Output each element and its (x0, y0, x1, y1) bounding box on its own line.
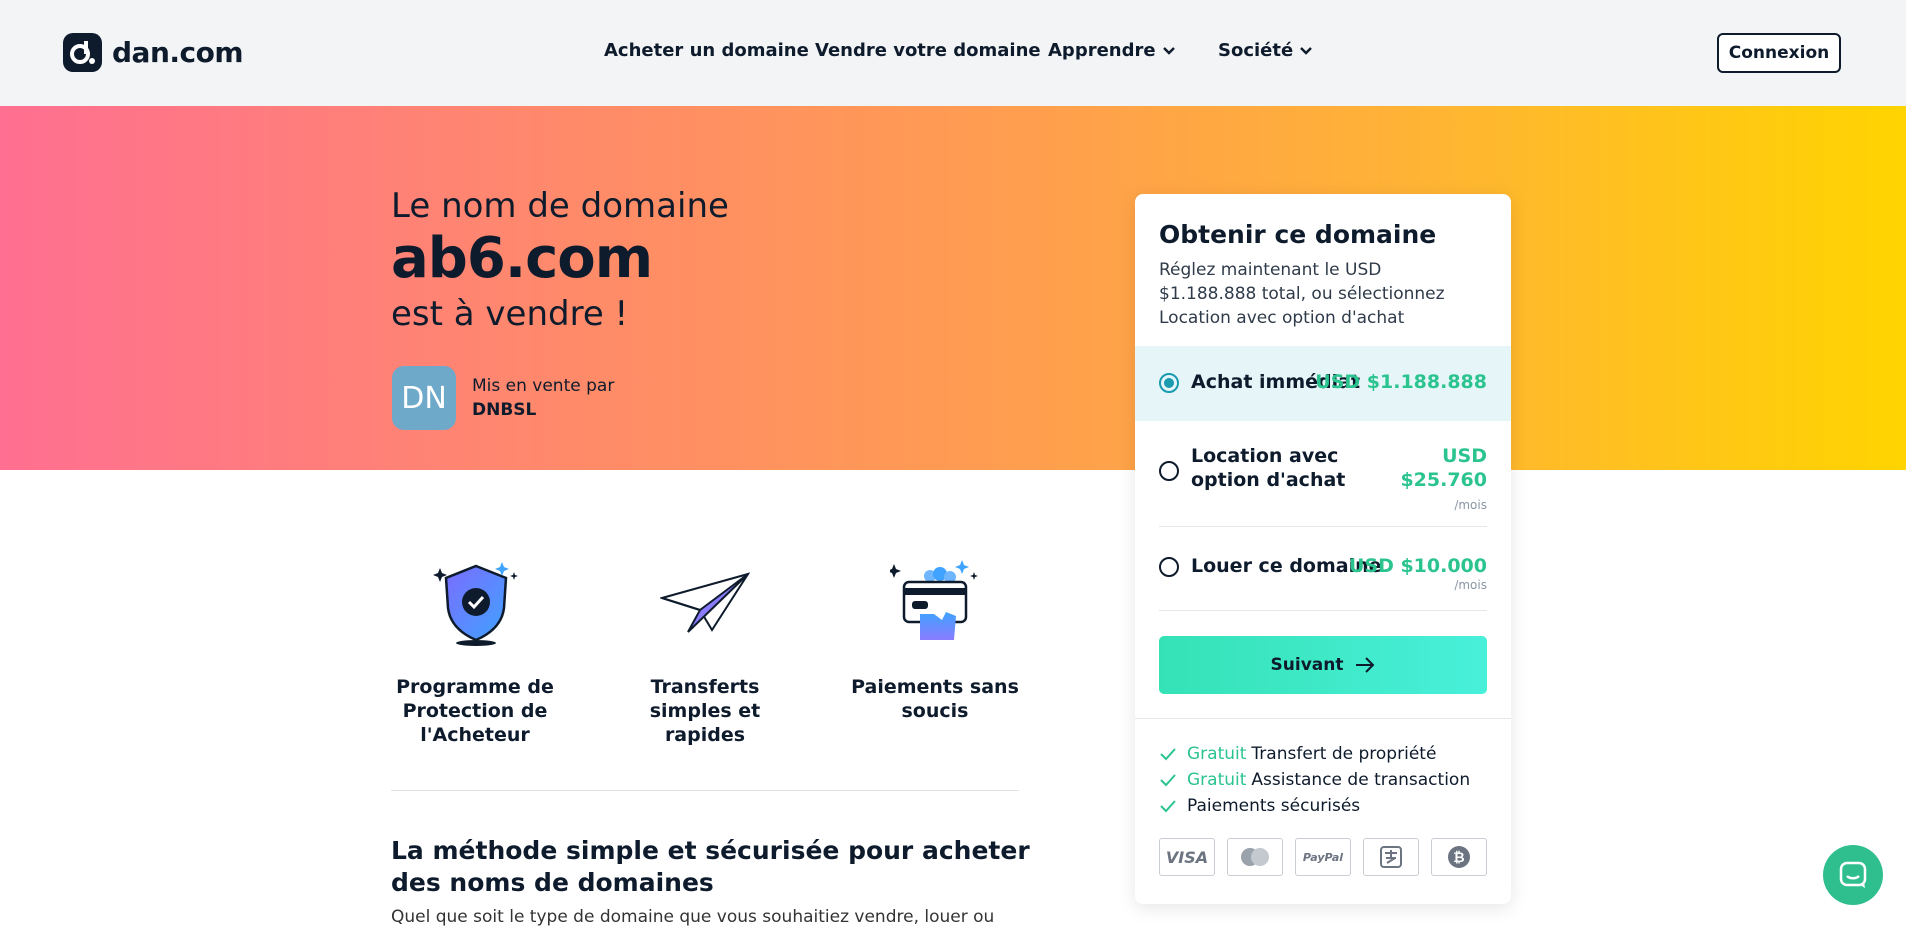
dan-logo-icon (63, 33, 102, 72)
svg-text:₿: ₿ (1453, 850, 1464, 866)
perk-text: Paiements sécurisés (1187, 796, 1361, 816)
separator (1159, 526, 1487, 527)
domain-name: ab6.com (391, 226, 653, 291)
nav-sell-domain-label: Vendre votre domaine (815, 40, 1041, 61)
radio-rent[interactable] (1159, 557, 1179, 577)
next-button-label: Suivant (1270, 655, 1344, 675)
option-rent-unit: /mois (1454, 578, 1487, 592)
option-lease-to-own-label: Location avec option d'achat (1191, 445, 1346, 491)
separator (1135, 718, 1511, 719)
hero-for-sale: est à vendre ! (391, 294, 629, 334)
paper-plane-icon (660, 572, 750, 633)
next-button[interactable]: Suivant (1159, 636, 1487, 694)
perk-text: Assistance de transaction (1251, 770, 1471, 790)
perk-transfer: Gratuit Transfert de propriété (1159, 744, 1436, 764)
seller-label: Mis en vente par (472, 376, 615, 396)
nav-company[interactable]: Société (1218, 40, 1313, 61)
site-header: dan.com Acheter un domaine Vendre votre … (0, 0, 1906, 106)
perk-text: Transfert de propriété (1251, 744, 1437, 764)
seller-avatar: DN (392, 366, 456, 430)
nav-buy-domain-label: Acheter un domaine (604, 40, 809, 61)
purchase-card: Obtenir ce domaine Réglez maintenant le … (1135, 194, 1511, 904)
option-lease-to-own-price: USD $25.760 (1400, 445, 1487, 491)
bitcoin-icon: ₿ (1431, 838, 1487, 876)
perk-assistance: Gratuit Assistance de transaction (1159, 770, 1470, 790)
paypal-icon: PayPal (1295, 838, 1351, 876)
check-icon (1160, 774, 1176, 787)
chat-icon (1839, 861, 1867, 888)
nav-company-label: Société (1218, 40, 1294, 61)
perk-secure-payments: Paiements sécurisés (1159, 796, 1360, 816)
logo-text: dan.com (112, 36, 244, 69)
card-title: Obtenir ce domaine (1159, 220, 1437, 249)
card-hand-icon (890, 560, 978, 640)
divider (391, 790, 1019, 791)
option-buy-now-price: USD $1.188.888 (1315, 371, 1487, 393)
nav-sell-domain[interactable]: Vendre votre domaine (815, 40, 1041, 61)
option-rent-price: USD $10.000 (1348, 555, 1487, 577)
hero-intro: Le nom de domaine (391, 186, 729, 226)
radio-lease-to-own[interactable] (1159, 461, 1179, 481)
feature-payments: Paiements sans soucis (851, 676, 1019, 722)
option-buy-now[interactable]: Achat immédiat USD $1.188.888 (1135, 346, 1511, 421)
option-lease-to-own-unit: /mois (1454, 498, 1487, 512)
hero-banner (0, 106, 1906, 470)
nav-buy-domain[interactable]: Acheter un domaine (604, 40, 809, 61)
option-rent[interactable]: Louer ce domaine USD $10.000 /mois (1135, 554, 1511, 614)
separator (1159, 610, 1487, 611)
alipay-icon (1363, 838, 1419, 876)
nav-learn[interactable]: Apprendre (1048, 40, 1176, 61)
visa-icon: VISA (1159, 838, 1215, 876)
chevron-down-icon (1300, 46, 1313, 55)
section-title: La méthode simple et sécurisée pour ache… (391, 836, 1030, 897)
seller-name[interactable]: DNBSL (472, 400, 536, 420)
radio-buy-now[interactable] (1159, 373, 1179, 393)
chat-button[interactable] (1823, 845, 1883, 905)
chevron-down-icon (1162, 46, 1175, 55)
login-button[interactable]: Connexion (1717, 33, 1841, 73)
check-icon (1160, 748, 1176, 761)
feature-buyer-protection: Programme de Protection de l'Acheteur (396, 676, 554, 746)
feature-transfers: Transferts simples et rapides (649, 676, 761, 746)
mastercard-icon (1227, 838, 1283, 876)
logo[interactable]: dan.com (63, 33, 244, 72)
card-description: Réglez maintenant le USD $1.188.888 tota… (1159, 260, 1445, 328)
perk-free-label: Gratuit (1187, 770, 1247, 790)
option-lease-to-own[interactable]: Location avec option d'achat USD $25.760… (1135, 444, 1511, 524)
nav-learn-label: Apprendre (1048, 40, 1156, 61)
check-icon (1160, 800, 1176, 813)
section-text: Quel que soit le type de domaine que vou… (391, 907, 995, 927)
perk-free-label: Gratuit (1187, 744, 1247, 764)
arrow-right-icon (1356, 657, 1375, 673)
shield-check-icon (433, 562, 518, 646)
